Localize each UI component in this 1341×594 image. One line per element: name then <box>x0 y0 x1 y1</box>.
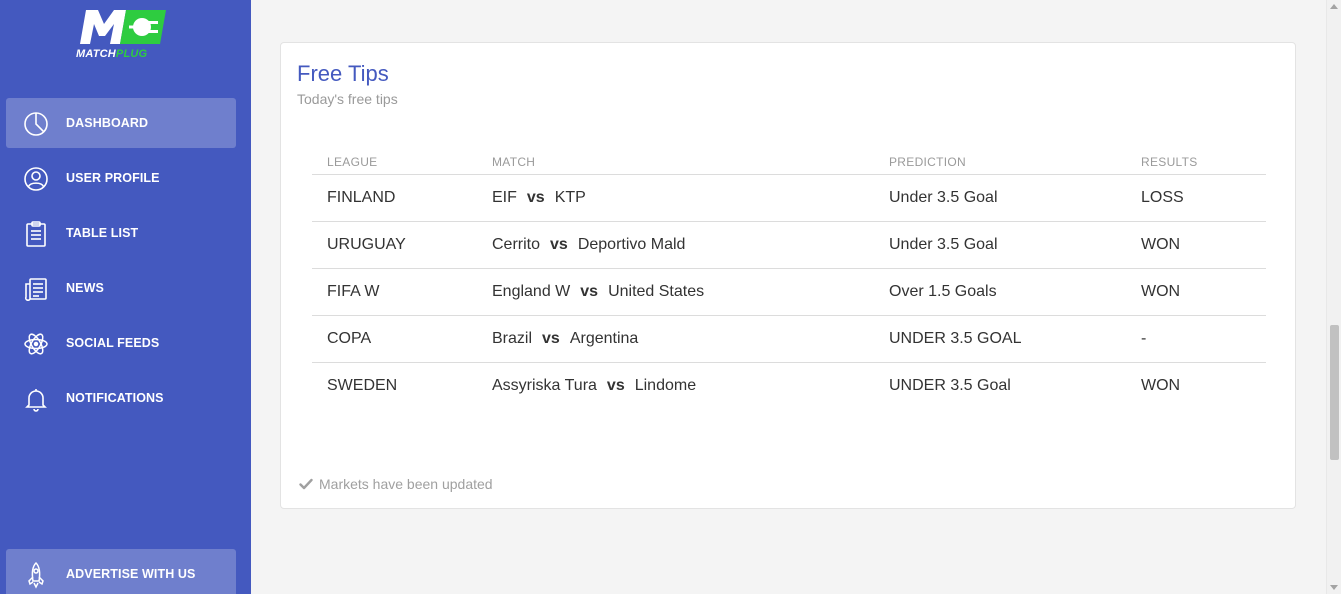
cell-match: EIF vs KTP <box>477 174 874 222</box>
card-subtitle: Today's free tips <box>297 91 398 107</box>
pie-chart-icon <box>22 110 50 138</box>
vs-label: vs <box>542 329 560 347</box>
card-title: Free Tips <box>297 61 389 86</box>
sidebar-item-notifications[interactable]: NOTIFICATIONS <box>6 373 236 423</box>
home-team: Assyriska Tura <box>492 376 597 394</box>
home-team: England W <box>492 282 571 300</box>
away-team: KTP <box>554 188 586 206</box>
sidebar-item-label: DASHBOARD <box>66 116 149 130</box>
away-team: Argentina <box>569 329 639 347</box>
card-footer: Markets have been updated <box>299 476 493 492</box>
free-tips-card: Free Tips Today's free tips LEAGUE MATCH… <box>280 42 1296 509</box>
away-team: Lindome <box>634 376 697 394</box>
header-league: LEAGUE <box>312 151 477 175</box>
sidebar-item-advertise[interactable]: ADVERTISE WITH US <box>6 549 236 594</box>
footer-text: Markets have been updated <box>319 476 493 492</box>
cell-prediction: Under 3.5 Goal <box>874 174 1126 222</box>
brand-name: MATCHPLUG <box>76 48 147 60</box>
check-icon <box>299 478 313 490</box>
sidebar-item-label: NOTIFICATIONS <box>66 391 164 405</box>
newspaper-icon <box>22 275 50 303</box>
cell-result: LOSS <box>1126 174 1266 222</box>
cell-match: Assyriska Tura vs Lindome <box>477 362 874 409</box>
sidebar-item-label: USER PROFILE <box>66 171 160 185</box>
cell-result: WON <box>1126 221 1266 269</box>
sidebar-item-label: NEWS <box>66 281 104 295</box>
cell-prediction: Over 1.5 Goals <box>874 268 1126 316</box>
cell-result: - <box>1126 315 1266 363</box>
brand-name-part1: MATCH <box>76 48 116 60</box>
header-prediction: PREDICTION <box>874 151 1126 175</box>
sidebar-item-social-feeds[interactable]: SOCIAL FEEDS <box>6 318 236 368</box>
table-header-row: LEAGUE MATCH PREDICTION RESULTS <box>312 151 1266 175</box>
rocket-icon <box>22 561 50 589</box>
table-row: URUGUAY Cerrito vs Deportivo Mald Under 3.… <box>312 221 1266 269</box>
away-team: United States <box>608 282 705 300</box>
brand-logo[interactable]: MATCHPLUG <box>74 6 168 62</box>
cell-match: Brazil vs Argentina <box>477 315 874 363</box>
away-team: Deportivo Mald <box>577 235 686 253</box>
cell-prediction: Under 3.5 Goal <box>874 221 1126 269</box>
sidebar-item-label: ADVERTISE WITH US <box>66 567 196 581</box>
header-match: MATCH <box>477 151 874 175</box>
table-row: SWEDEN Assyriska Tura vs Lindome UNDER 3.5… <box>312 362 1266 409</box>
cell-result: WON <box>1126 268 1266 316</box>
brand-name-part2: PLUG <box>115 48 148 60</box>
cell-league: SWEDEN <box>327 376 398 394</box>
sidebar-item-user-profile[interactable]: USER PROFILE <box>6 153 236 203</box>
table-row: FINLAND EIF vs KTP Under 3.5 Goal LOSS <box>312 174 1266 222</box>
table-row: COPA Brazil vs Argentina UNDER 3.5 GOAL - <box>312 315 1266 363</box>
cell-prediction: UNDER 3.5 Goal <box>889 376 1011 394</box>
sidebar-item-dashboard[interactable]: DASHBOARD <box>6 98 236 148</box>
bell-icon <box>22 385 50 413</box>
page-scrollbar[interactable] <box>1326 0 1341 594</box>
sidebar-item-label: TABLE LIST <box>66 226 139 240</box>
tips-table: LEAGUE MATCH PREDICTION RESULTS FINLAND … <box>312 151 1266 409</box>
header-results: RESULTS <box>1126 151 1266 175</box>
scroll-down-icon[interactable] <box>1330 585 1338 590</box>
cell-league: FINLAND <box>312 174 477 222</box>
home-team: EIF <box>492 188 517 206</box>
sidebar-item-news[interactable]: NEWS <box>6 263 236 313</box>
sidebar-item-table-list[interactable]: TABLE LIST <box>6 208 236 258</box>
vs-label: vs <box>550 235 568 253</box>
vs-label: vs <box>526 188 545 206</box>
atom-icon <box>22 330 50 358</box>
cell-prediction: UNDER 3.5 GOAL <box>874 315 1126 363</box>
clipboard-icon <box>22 220 50 248</box>
home-team: Cerrito <box>492 235 541 253</box>
logo-mark-icon <box>80 10 166 44</box>
cell-league: COPA <box>312 315 477 363</box>
scrollbar-thumb[interactable] <box>1330 325 1339 460</box>
cell-match: Cerrito vs Deportivo Mald <box>477 221 874 269</box>
sidebar-item-label: SOCIAL FEEDS <box>66 336 160 350</box>
user-icon <box>22 165 50 193</box>
sidebar: MATCHPLUG DASHBOARD USER PROFILE TABLE L… <box>0 0 251 594</box>
vs-label: vs <box>606 376 625 394</box>
table-row: FIFA W England W vs United States Over 1.5… <box>312 268 1266 316</box>
scroll-up-icon[interactable] <box>1330 4 1338 9</box>
cell-result: WON <box>1141 376 1181 394</box>
cell-league: FIFA W <box>312 268 477 316</box>
cell-league: URUGUAY <box>312 221 477 269</box>
home-team: Brazil <box>492 329 533 347</box>
vs-label: vs <box>580 282 599 300</box>
cell-match: England W vs United States <box>477 268 874 316</box>
